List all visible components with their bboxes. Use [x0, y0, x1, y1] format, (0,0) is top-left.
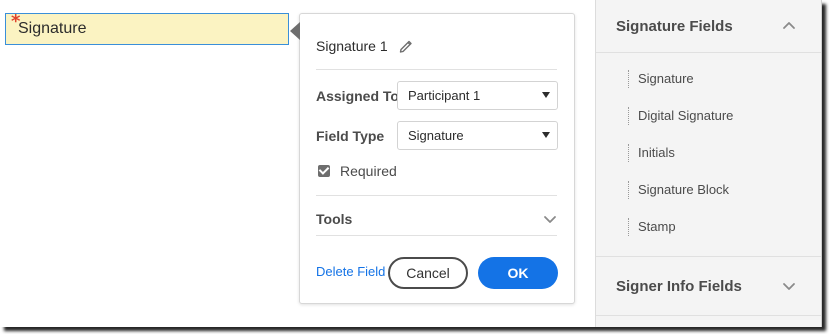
- tools-label: Tools: [316, 211, 353, 227]
- field-type-value: Signature: [408, 128, 464, 143]
- signature-fields-header[interactable]: Signature Fields: [596, 0, 821, 52]
- app-window: * Signature Signature 1 Assigned To Part…: [0, 0, 822, 327]
- signature-fields-list: Signature Digital Signature Initials Sig…: [628, 60, 733, 245]
- popover-pointer: [290, 22, 300, 40]
- assigned-to-label: Assigned To: [316, 88, 399, 104]
- required-label: Required: [340, 163, 397, 179]
- panel-item-stamp[interactable]: Stamp: [628, 208, 733, 245]
- signer-info-fields-header[interactable]: Signer Info Fields: [596, 260, 821, 312]
- caret-down-icon: [542, 132, 550, 138]
- required-checkbox-row[interactable]: Required: [318, 163, 397, 179]
- panel-item-initials[interactable]: Initials: [628, 134, 733, 171]
- required-checkbox[interactable]: [318, 165, 330, 177]
- field-type-select[interactable]: Signature: [397, 121, 558, 150]
- chevron-up-icon[interactable]: [782, 19, 796, 33]
- field-name: Signature 1: [316, 38, 388, 54]
- required-marker: *: [11, 11, 21, 32]
- signature-fields-title: Signature Fields: [616, 17, 733, 35]
- tools-section-toggle[interactable]: Tools: [316, 200, 557, 238]
- panel-divider: [596, 52, 821, 53]
- divider: [316, 235, 557, 236]
- cancel-button[interactable]: Cancel: [388, 257, 468, 289]
- field-type-label: Field Type: [316, 128, 385, 144]
- caret-down-icon: [542, 92, 550, 98]
- field-properties-popover: Signature 1 Assigned To Participant 1 Fi…: [290, 13, 575, 304]
- delete-field-link[interactable]: Delete Field: [316, 264, 385, 279]
- chevron-down-icon[interactable]: [782, 279, 796, 293]
- panel-divider: [596, 315, 821, 316]
- panel-item-signature[interactable]: Signature: [628, 60, 733, 97]
- ok-button[interactable]: OK: [478, 257, 558, 289]
- signature-field[interactable]: * Signature: [5, 11, 289, 45]
- field-name-row: Signature 1: [316, 38, 414, 54]
- divider: [316, 69, 557, 70]
- assigned-to-value: Participant 1: [408, 88, 481, 103]
- signer-info-fields-title: Signer Info Fields: [616, 277, 742, 295]
- signature-field-label: Signature: [18, 20, 87, 37]
- assigned-to-select[interactable]: Participant 1: [397, 81, 558, 110]
- panel-divider: [596, 256, 821, 257]
- divider: [316, 195, 557, 196]
- chevron-down-icon[interactable]: [543, 212, 557, 226]
- fields-panel: Signature Fields Signature Digital Signa…: [595, 0, 821, 327]
- panel-item-digital-signature[interactable]: Digital Signature: [628, 97, 733, 134]
- pencil-icon[interactable]: [398, 38, 414, 54]
- panel-item-signature-block[interactable]: Signature Block: [628, 171, 733, 208]
